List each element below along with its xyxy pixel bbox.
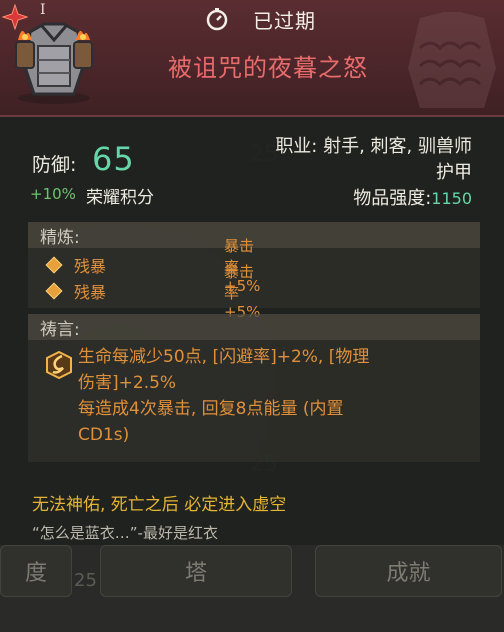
strength-value: 1150 — [431, 189, 472, 208]
armor-pattern-icon — [408, 12, 496, 108]
prayer-line: 生命每减少50点, [闪避率]+2%, [物理 — [78, 347, 370, 367]
honor-bonus: +10% — [30, 185, 76, 203]
prayer-title: 祷言: — [28, 314, 480, 340]
refine-name: 残暴 — [74, 257, 107, 276]
defense-value: 65 — [92, 140, 135, 178]
prayer-rune-icon — [46, 350, 72, 380]
tooltip-header: I 已过期 被诅咒的夜暮之怒 — [0, 0, 504, 117]
item-tooltip: I 已过期 被诅咒的夜暮之怒 防御: 65 +10% 荣耀积分 职业: 射手, … — [0, 0, 504, 545]
refine-section: 精炼: 残暴 暴击率+5% 残暴 暴击率+5% — [28, 222, 480, 321]
strength-label: 物品强度: — [353, 188, 432, 209]
flavor-quote: “怎么是蓝衣…”-最好是红衣 — [32, 524, 218, 542]
bg-number: 25 — [74, 570, 97, 591]
prayer-section: 祷言: 生命每减少50点, [闪避率]+2%, [物理 伤害]+2.5% 每造成… — [28, 314, 480, 462]
refine-name: 残暴 — [74, 283, 107, 302]
status-text: 已过期 — [253, 8, 316, 33]
honor-label: 荣耀积分 — [86, 188, 154, 208]
prayer-line: 每造成4次暴击, 回复8点能量 (内置 — [78, 399, 344, 419]
class-requirements: 职业: 射手, 刺客, 驯兽师 — [275, 136, 472, 157]
prayer-line: 伤害]+2.5% — [78, 373, 177, 393]
bg-button-achievements[interactable]: 成就 — [315, 545, 502, 597]
item-type: 护甲 — [436, 162, 472, 183]
curse-text: 无法神佑, 死亡之后 必定进入虚空 — [32, 495, 287, 515]
bg-button-tower[interactable]: 塔 — [100, 545, 292, 597]
diamond-icon — [45, 256, 63, 274]
status-row: 已过期 — [205, 5, 316, 33]
prayer-description: 生命每减少50点, [闪避率]+2%, [物理 伤害]+2.5% 每造成4次暴击… — [78, 344, 468, 448]
bg-button-1[interactable]: 度 — [0, 545, 72, 597]
item-name: 被诅咒的夜暮之怒 — [168, 54, 368, 82]
refine-effect: 暴击率+5% — [224, 263, 261, 321]
stopwatch-icon — [206, 8, 228, 31]
armor-icon — [15, 22, 93, 104]
item-strength: 物品强度:1150 — [353, 184, 472, 210]
prayer-line: CD1s) — [78, 425, 130, 445]
refine-item: 残暴 暴击率+5% — [45, 263, 260, 321]
diamond-icon — [45, 282, 63, 300]
refine-item: 残暴 暴击率+5% — [45, 237, 260, 295]
defense-label: 防御: — [32, 154, 77, 176]
